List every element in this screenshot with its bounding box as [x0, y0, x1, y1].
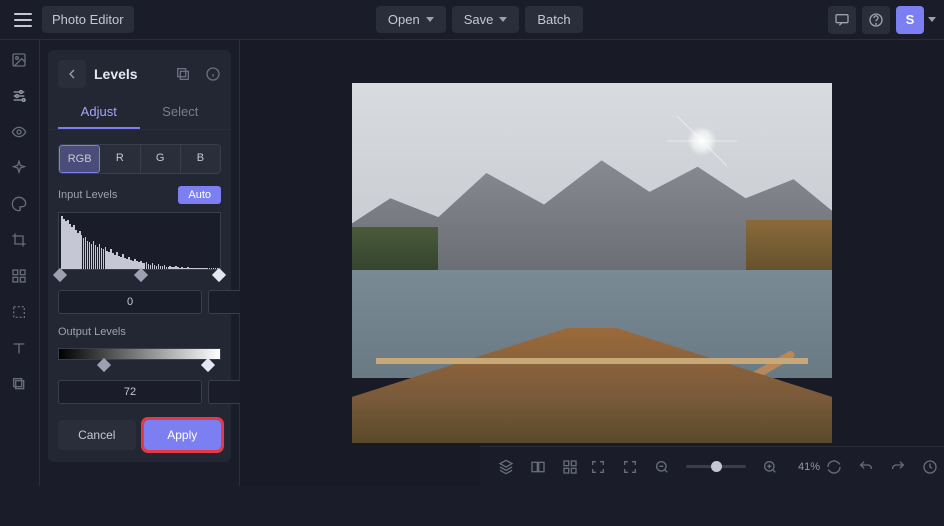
- crop-icon[interactable]: [11, 232, 29, 250]
- channel-g[interactable]: G: [141, 145, 181, 173]
- refresh-icon[interactable]: [820, 453, 848, 481]
- sliders-icon[interactable]: [11, 88, 29, 106]
- histogram: [58, 212, 221, 270]
- zoom-slider[interactable]: [686, 465, 746, 468]
- text-icon[interactable]: [11, 340, 29, 358]
- input-handle-low[interactable]: [53, 268, 67, 282]
- chevron-down-icon: [499, 17, 507, 22]
- back-button[interactable]: [58, 60, 86, 88]
- redo-icon[interactable]: [884, 453, 912, 481]
- output-handle-low[interactable]: [97, 358, 111, 372]
- menu-hamburger[interactable]: [14, 13, 32, 27]
- zoom-percent: 41%: [798, 461, 820, 473]
- cancel-button[interactable]: Cancel: [58, 420, 136, 450]
- channel-b[interactable]: B: [181, 145, 220, 173]
- output-low-field[interactable]: [58, 380, 202, 404]
- output-slider[interactable]: [58, 360, 221, 374]
- input-low-field[interactable]: [58, 290, 202, 314]
- auto-button[interactable]: Auto: [178, 186, 221, 204]
- grid-icon[interactable]: [11, 268, 29, 286]
- avatar[interactable]: S: [896, 6, 924, 34]
- tab-select[interactable]: Select: [140, 96, 222, 129]
- chevron-down-icon: [426, 17, 434, 22]
- output-levels-label: Output Levels: [58, 326, 126, 338]
- fit-icon[interactable]: [616, 453, 644, 481]
- sparkle-icon[interactable]: [11, 160, 29, 178]
- channel-selector: RGB R G B: [58, 144, 221, 174]
- zoom-out-icon[interactable]: [648, 453, 676, 481]
- left-tool-rail: [0, 40, 40, 486]
- save-button[interactable]: Save: [452, 6, 520, 33]
- tab-adjust[interactable]: Adjust: [58, 96, 140, 129]
- fullscreen-icon[interactable]: [584, 453, 612, 481]
- output-gradient: [58, 348, 221, 360]
- batch-button[interactable]: Batch: [525, 6, 582, 33]
- panel-title: Levels: [94, 66, 161, 82]
- input-slider[interactable]: [58, 270, 221, 284]
- palette-icon[interactable]: [11, 196, 29, 214]
- comment-icon[interactable]: [828, 6, 856, 34]
- eye-icon[interactable]: [11, 124, 29, 142]
- apply-button[interactable]: Apply: [144, 420, 222, 450]
- grid-view-icon[interactable]: [556, 453, 584, 481]
- input-levels-label: Input Levels: [58, 189, 117, 201]
- app-title: Photo Editor: [42, 6, 134, 33]
- photo-preview: [352, 83, 832, 443]
- layers-icon[interactable]: [11, 376, 29, 394]
- help-icon[interactable]: [862, 6, 890, 34]
- output-handle-high[interactable]: [201, 358, 215, 372]
- history-icon[interactable]: [916, 453, 944, 481]
- layers-toggle-icon[interactable]: [492, 453, 520, 481]
- compare-icon[interactable]: [524, 453, 552, 481]
- input-handle-high[interactable]: [212, 268, 226, 282]
- zoom-in-icon[interactable]: [756, 453, 784, 481]
- canvas-area[interactable]: 41%: [240, 40, 944, 486]
- open-button[interactable]: Open: [376, 6, 446, 33]
- chevron-down-icon[interactable]: [928, 17, 936, 22]
- channel-rgb[interactable]: RGB: [59, 145, 100, 173]
- channel-r[interactable]: R: [100, 145, 140, 173]
- select-icon[interactable]: [11, 304, 29, 322]
- info-icon[interactable]: [205, 66, 221, 82]
- undo-icon[interactable]: [852, 453, 880, 481]
- copy-icon[interactable]: [175, 66, 191, 82]
- input-handle-mid[interactable]: [134, 268, 148, 282]
- image-icon[interactable]: [11, 52, 29, 70]
